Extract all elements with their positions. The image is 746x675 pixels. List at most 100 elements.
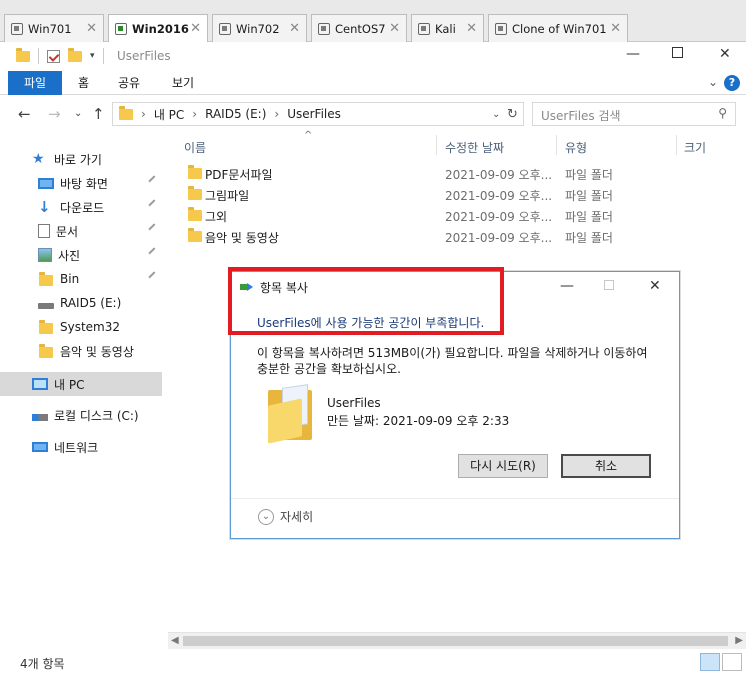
close-window-icon[interactable]: ✕	[719, 46, 731, 62]
maximize-icon[interactable]	[604, 280, 614, 290]
file-date: 2021-09-09 오후...	[445, 189, 553, 203]
file-type: 파일 폴더	[565, 189, 613, 203]
nav-item-downloads[interactable]: ↓ 다운로드	[0, 196, 162, 218]
tab-share[interactable]: 공유	[106, 71, 152, 95]
close-icon[interactable]: ✕	[389, 21, 400, 36]
breadcrumb-raid5[interactable]: RAID5 (E:)	[205, 107, 266, 121]
window-title: UserFiles	[117, 49, 171, 63]
pin-icon[interactable]	[148, 199, 160, 211]
up-icon[interactable]: ↑	[92, 105, 105, 123]
close-icon[interactable]: ✕	[610, 21, 621, 36]
file-row[interactable]: 음악 및 동영상 2021-09-09 오후... 파일 폴더	[178, 225, 746, 246]
scrollbar-thumb[interactable]	[183, 636, 728, 646]
back-icon[interactable]: ←	[18, 105, 31, 123]
file-row[interactable]: PDF문서파일 2021-09-09 오후... 파일 폴더	[178, 162, 746, 183]
nav-item-local-disk-c[interactable]: 로컬 디스크 (C:)	[0, 404, 162, 426]
vm-tab-win2016[interactable]: Win2016 ✕	[108, 14, 208, 43]
nav-item-system32[interactable]: System32	[0, 316, 162, 338]
nav-item-desktop[interactable]: 바탕 화면	[0, 172, 162, 194]
close-icon[interactable]: ✕	[86, 21, 97, 36]
folder-icon	[38, 320, 54, 334]
file-created-date: 만든 날짜: 2021-09-09 오후 2:33	[327, 414, 510, 428]
details-toggle[interactable]: ⌄ 자세히	[258, 508, 313, 525]
refresh-icon[interactable]: ↻	[507, 107, 518, 122]
document-icon	[38, 224, 50, 238]
close-icon[interactable]: ✕	[649, 278, 661, 294]
help-icon[interactable]: ?	[724, 75, 740, 91]
dropdown-icon[interactable]: ⌄	[492, 109, 500, 120]
vm-icon	[219, 22, 231, 35]
chevron-right-icon: ›	[274, 107, 280, 121]
breadcrumb-this-pc[interactable]: 내 PC	[154, 106, 184, 123]
chevron-down-icon: ⌄	[258, 508, 274, 525]
annotation-highlight	[228, 267, 504, 335]
pin-icon[interactable]	[148, 175, 160, 187]
tab-home[interactable]: 홈	[66, 71, 101, 95]
nav-item-network[interactable]: 네트워크	[0, 436, 162, 458]
nav-item-pictures[interactable]: 사진	[0, 244, 162, 266]
search-input[interactable]: UserFiles 검색 ⚲	[532, 102, 736, 126]
breadcrumb-userfiles[interactable]: UserFiles	[287, 107, 341, 121]
vm-tab-kali[interactable]: Kali ✕	[411, 14, 484, 42]
file-date: 2021-09-09 오후...	[445, 210, 553, 224]
folder-icon	[188, 207, 202, 221]
nav-item-documents[interactable]: 문서	[0, 220, 162, 242]
pin-icon[interactable]	[148, 271, 160, 283]
file-name: 그외	[205, 210, 228, 224]
item-count: 4개 항목	[20, 657, 65, 671]
properties-icon[interactable]	[47, 49, 60, 63]
column-size[interactable]: 크기	[684, 139, 706, 156]
vm-tab-strip: Win701 ✕ Win2016 ✕ Win702 ✕ CentOS7 ✕ Kali ✕ …	[0, 0, 746, 43]
folder-icon	[188, 186, 202, 200]
nav-item-bin[interactable]: Bin	[0, 268, 162, 290]
pin-icon[interactable]	[148, 223, 160, 235]
vm-icon	[115, 23, 127, 35]
large-icons-view-icon[interactable]	[722, 653, 742, 671]
file-row[interactable]: 그림파일 2021-09-09 오후... 파일 폴더	[178, 183, 746, 204]
file-row[interactable]: 그외 2021-09-09 오후... 파일 폴더	[178, 204, 746, 225]
close-icon[interactable]: ✕	[289, 21, 300, 36]
file-date: 2021-09-09 오후...	[445, 231, 553, 245]
chevron-right-icon: ›	[141, 107, 146, 121]
file-name: UserFiles	[327, 396, 381, 410]
vm-icon	[318, 22, 330, 35]
quick-access-toolbar: ▾	[16, 47, 104, 64]
close-icon[interactable]: ✕	[466, 21, 477, 36]
details-view-icon[interactable]	[700, 653, 720, 671]
vm-tab-clone-of-win701[interactable]: Clone of Win701 ✕	[488, 14, 628, 42]
customize-toolbar-icon[interactable]: ▾	[90, 51, 95, 61]
minimize-icon[interactable]: —	[560, 278, 574, 294]
column-type[interactable]: 유형	[565, 139, 587, 156]
network-icon	[32, 442, 48, 452]
vm-tab-centos7[interactable]: CentOS7 ✕	[311, 14, 407, 42]
minimize-icon[interactable]: —	[626, 46, 640, 62]
nav-item-this-pc[interactable]: 내 PC	[0, 372, 162, 396]
download-icon: ↓	[38, 198, 51, 216]
scroll-left-icon[interactable]: ◀	[171, 635, 179, 646]
scroll-right-icon[interactable]: ▶	[735, 635, 743, 646]
pin-icon[interactable]	[148, 247, 160, 259]
address-bar[interactable]: › 내 PC › RAID5 (E:) › UserFiles	[112, 102, 524, 126]
tab-file[interactable]: 파일	[8, 71, 62, 95]
close-icon[interactable]: ✕	[190, 21, 201, 36]
horizontal-scrollbar[interactable]: ◀ ▶	[168, 632, 746, 649]
vm-tab-win702[interactable]: Win702 ✕	[212, 14, 307, 42]
retry-button[interactable]: 다시 시도(R)	[458, 454, 548, 478]
drive-icon	[38, 303, 54, 309]
nav-item-quick-access[interactable]: ★ 바로 가기	[0, 148, 162, 170]
cancel-button[interactable]: 취소	[561, 454, 651, 478]
nav-item-raid5[interactable]: RAID5 (E:)	[0, 292, 162, 314]
maximize-icon[interactable]	[672, 47, 683, 58]
chevron-down-icon[interactable]: ⌄	[708, 75, 718, 89]
drive-c-icon	[32, 414, 48, 421]
vm-tab-win701[interactable]: Win701 ✕	[4, 14, 104, 42]
file-type: 파일 폴더	[565, 210, 613, 224]
column-date[interactable]: 수정한 날짜	[445, 139, 504, 156]
nav-item-music-video[interactable]: 음악 및 동영상	[0, 340, 162, 362]
recent-locations-icon[interactable]: ⌄	[74, 108, 82, 119]
tab-view[interactable]: 보기	[160, 71, 206, 95]
folder-icon	[38, 272, 54, 286]
column-name[interactable]: 이름	[184, 139, 206, 156]
forward-icon[interactable]: →	[48, 105, 61, 123]
new-folder-icon[interactable]	[68, 47, 82, 62]
